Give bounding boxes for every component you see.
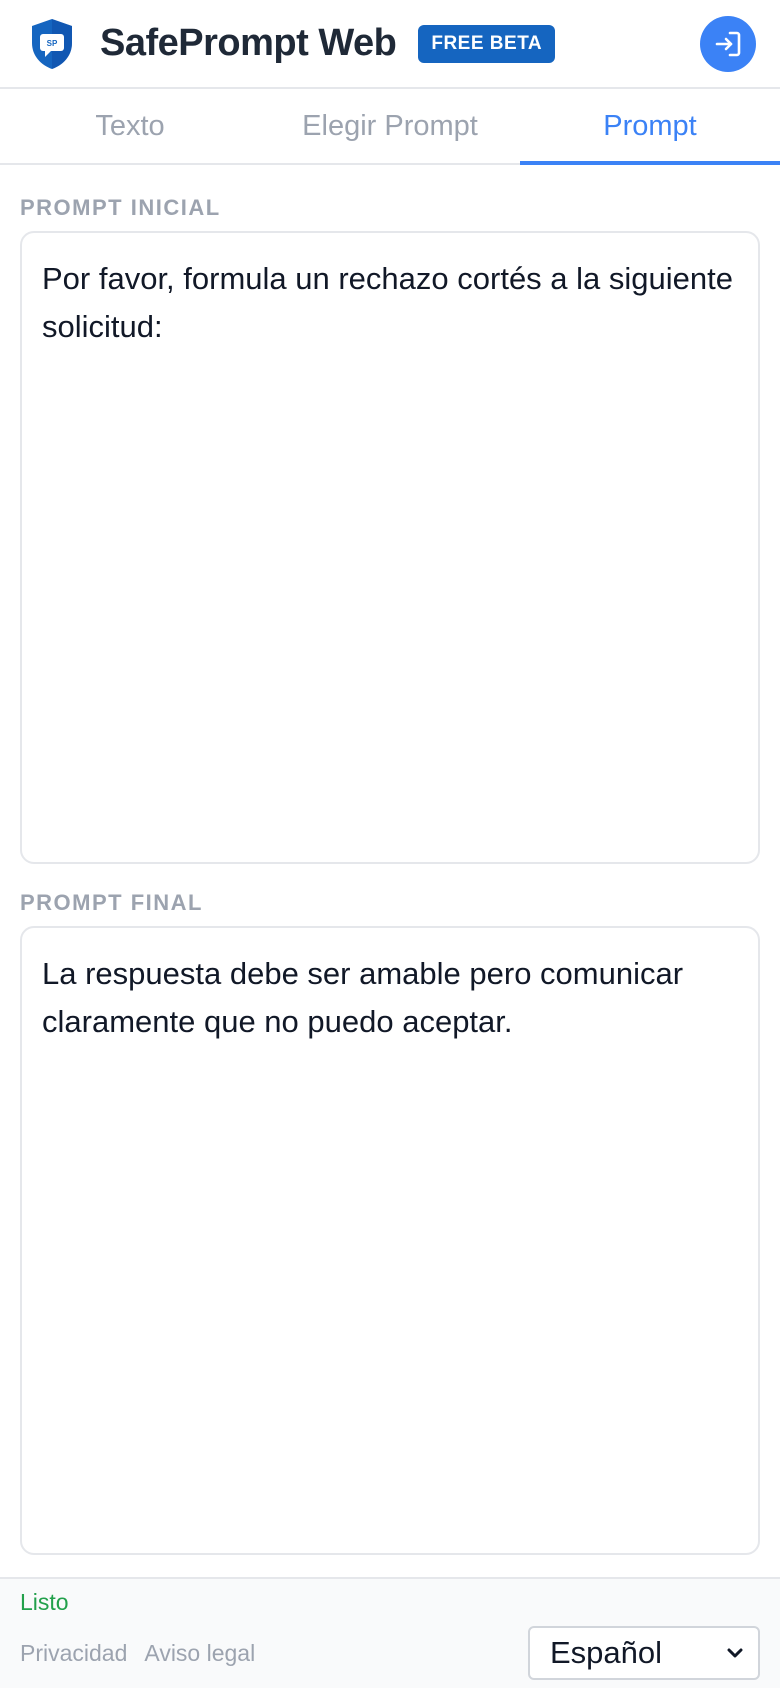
language-select-value: Español (550, 1635, 663, 1670)
privacy-link[interactable]: Privacidad (20, 1640, 127, 1667)
chevron-down-icon (727, 1648, 743, 1658)
main-content: PROMPT INICIAL Por favor, formula un rec… (0, 165, 780, 1555)
login-button[interactable] (700, 15, 756, 72)
prompt-final-label: PROMPT FINAL (20, 890, 203, 915)
tab-texto[interactable]: Texto (0, 89, 260, 163)
shield-logo-icon: SP (32, 18, 72, 69)
logo-text: SP (47, 39, 58, 48)
beta-badge: FREE BETA (418, 24, 556, 63)
language-select[interactable]: Español (528, 1626, 760, 1680)
app: SP SafePrompt Web FREE BETA Texto Elegir… (0, 0, 780, 1688)
brand-title: SafePrompt Web (100, 22, 397, 64)
prompt-initial-label: PROMPT INICIAL (20, 195, 221, 220)
legal-notice-link[interactable]: Aviso legal (144, 1640, 255, 1667)
tab-prompt[interactable]: Prompt (520, 89, 780, 165)
tab-elegir-prompt[interactable]: Elegir Prompt (260, 89, 520, 163)
app-header: SP SafePrompt Web FREE BETA (0, 0, 780, 89)
prompt-final-textarea[interactable]: La respuesta debe ser amable pero comuni… (20, 926, 760, 1555)
prompt-initial-textarea[interactable]: Por favor, formula un rechazo cortés a l… (20, 231, 760, 864)
sign-in-icon (715, 31, 741, 56)
footer-row: Privacidad Aviso legal Español (20, 1626, 760, 1680)
footer: Listo Privacidad Aviso legal Español (0, 1577, 780, 1688)
status-text: Listo (20, 1589, 69, 1615)
tab-bar: Texto Elegir Prompt Prompt (0, 89, 780, 165)
